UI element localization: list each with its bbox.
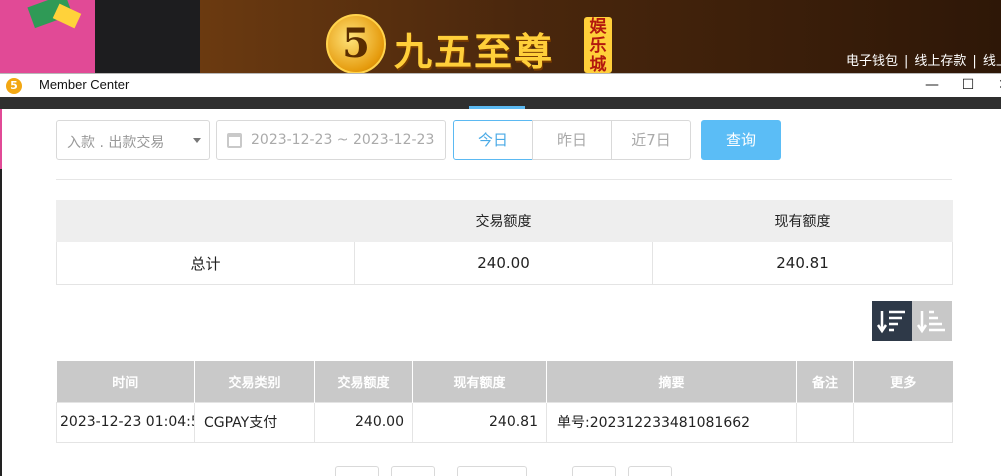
pagination-prev-button[interactable] [391,466,435,476]
sort-asc-icon [916,310,945,334]
col-header-time: 时间 [56,361,195,402]
pagination-last-button[interactable] [628,466,672,476]
brand-logo-icon: 5 [326,14,386,73]
summary-header-amount: 交易额度 [354,200,653,242]
gift-icon [52,3,82,29]
col-header-more: 更多 [853,361,953,402]
close-button[interactable]: ✕ [987,74,1001,97]
cell-note [796,401,854,443]
nav-separator: | [972,54,977,69]
window-left-edge [0,169,2,476]
divider [56,179,952,180]
sort-asc-button[interactable] [912,301,952,341]
brand-title: 九五至尊 [394,29,555,73]
cell-more[interactable] [853,401,953,443]
col-header-note: 备注 [796,361,854,402]
cell-time: 2023-12-23 01:04:51 [56,401,195,443]
col-header-balance: 现有额度 [412,361,547,402]
site-banner: 5 九五至尊 娱乐城 电子钱包 | 线上存款 | 线上 [0,0,1001,73]
query-button[interactable]: 查询 [701,120,781,160]
table-row[interactable]: 2023-12-23 01:04:51 CGPAY支付 240.00 240.8… [56,401,953,443]
col-header-type: 交易类别 [194,361,315,402]
pagination-first-button[interactable] [335,466,379,476]
cell-summary: 单号:202312233481081662 [546,401,797,443]
transactions-header-row: 时间 交易类别 交易额度 现有额度 摘要 备注 更多 [56,361,953,402]
screen: 5 九五至尊 娱乐城 电子钱包 | 线上存款 | 线上 5 Member Center … [0,0,1001,476]
summary-total-amount: 240.00 [354,241,653,285]
transaction-type-value: 入款 . 出款交易 [67,135,165,151]
summary-header-blank [56,200,355,242]
transaction-type-select[interactable]: 入款 . 出款交易 [56,120,210,160]
window-left-edge [0,109,2,169]
maximize-button[interactable]: ☐ [951,74,985,97]
calendar-icon [227,133,242,148]
pagination-page-input[interactable] [457,466,527,476]
col-header-amount: 交易额度 [314,361,413,402]
app-icon: 5 [6,78,22,94]
summary-table: 交易额度 现有额度 总计 240.00 240.81 [56,200,953,285]
nav-separator: | [904,54,909,69]
christmas-graphic [0,0,95,73]
sort-desc-icon [876,310,905,334]
date-range-picker[interactable] [216,120,446,160]
minimize-button[interactable]: — [915,74,949,97]
col-header-summary: 摘要 [546,361,797,402]
nav-online-more[interactable]: 线上 [983,50,1001,69]
caret-down-icon [193,138,201,143]
pagination-next-button[interactable] [572,466,616,476]
summary-header-balance: 现有额度 [652,200,953,242]
summary-total-row: 总计 240.00 240.81 [56,241,953,285]
range-today-button[interactable]: 今日 [453,120,533,160]
brand-stamp: 娱乐城 [584,17,612,73]
window-titlebar[interactable]: 5 Member Center — ☐ ✕ [0,73,1001,97]
tab-strip [0,97,1001,109]
window-title: Member Center [39,77,130,92]
cell-amount: 240.00 [314,401,413,443]
summary-current-amount: 240.81 [652,241,953,285]
range-yesterday-button[interactable]: 昨日 [532,120,612,160]
sort-desc-button[interactable] [872,301,912,341]
cell-type: CGPAY支付 [194,401,315,443]
transactions-table: 时间 交易类别 交易额度 现有额度 摘要 备注 更多 2023-12-23 01… [56,361,953,443]
range-7days-button[interactable]: 近7日 [611,120,691,160]
nav-online-deposit[interactable]: 线上存款 [914,50,966,69]
top-nav: 电子钱包 | 线上存款 | 线上 [846,50,1001,69]
summary-total-label: 总计 [56,241,355,285]
nav-e-wallet[interactable]: 电子钱包 [846,50,898,69]
summary-header-row: 交易额度 现有额度 [56,200,953,242]
cell-balance: 240.81 [412,401,547,443]
date-range-input[interactable] [251,129,443,151]
